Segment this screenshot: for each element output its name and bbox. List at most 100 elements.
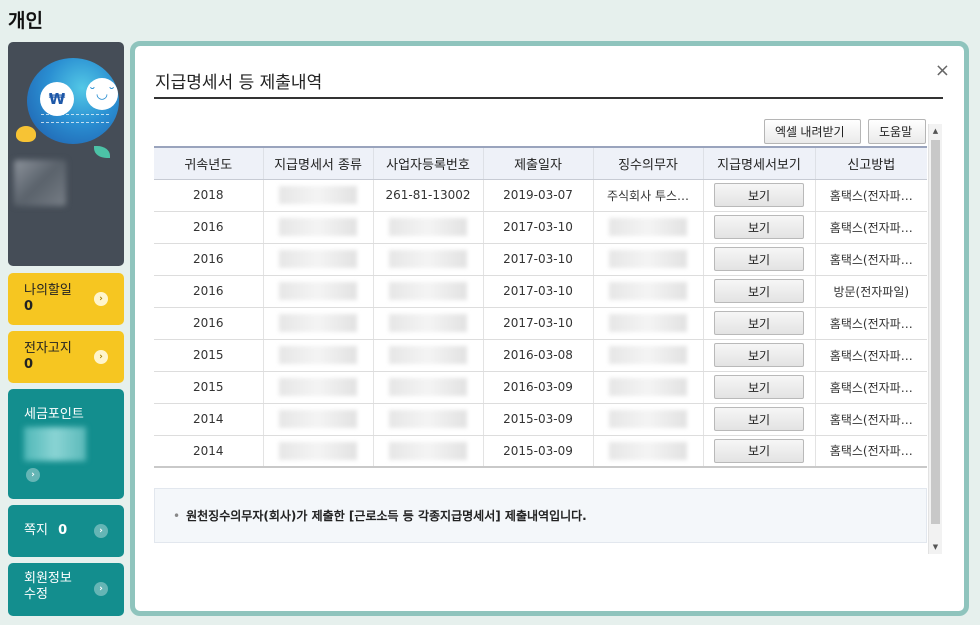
- e-notice-count: 0: [24, 357, 34, 372]
- business-number-cell-redacted: [372, 371, 483, 404]
- filing-method-cell: 방문(전자파일): [814, 275, 927, 308]
- payer-cell-redacted: [592, 243, 703, 276]
- statement-type-cell-redacted: [262, 371, 373, 404]
- view-statement-button[interactable]: 보기: [714, 279, 804, 303]
- messages-count: 0: [58, 523, 68, 538]
- statement-type-cell-redacted: [262, 403, 373, 436]
- vertical-scrollbar[interactable]: ▲ ▼: [928, 124, 942, 554]
- submit-date-cell: 2015-03-09: [482, 435, 593, 468]
- view-cell: 보기: [702, 179, 815, 212]
- payer-cell-redacted: [592, 275, 703, 308]
- title-divider: [154, 97, 943, 99]
- statement-type-cell-redacted: [262, 275, 373, 308]
- view-cell: 보기: [702, 403, 815, 436]
- view-statement-button[interactable]: 보기: [714, 343, 804, 367]
- filing-method-cell: 홈택스(전자파…: [814, 339, 927, 372]
- scroll-down-icon[interactable]: ▼: [929, 540, 942, 554]
- table-row: 2014 2015-03-09 보기 홈택스(전자파…: [154, 435, 927, 468]
- filing-method-cell: 홈택스(전자파…: [814, 435, 927, 468]
- chevron-right-icon[interactable]: ›: [26, 468, 40, 482]
- scrollbar-thumb[interactable]: [931, 140, 940, 524]
- submit-date-cell: 2017-03-10: [482, 307, 593, 340]
- year-cell: 2015: [154, 371, 263, 404]
- column-header: 징수의무자: [592, 146, 703, 180]
- sidebar-item-tax-points[interactable]: 세금포인트 ›: [8, 389, 124, 499]
- sidebar-item-edit-member-info[interactable]: 회원정보 수정 ›: [8, 563, 124, 616]
- leaf-icon: [94, 146, 110, 158]
- page-title: 개인: [8, 10, 43, 32]
- tax-points-redacted: [24, 427, 86, 461]
- statement-type-cell-redacted: [262, 435, 373, 468]
- statement-type-cell-redacted: [262, 339, 373, 372]
- chevron-right-icon[interactable]: ›: [94, 524, 108, 538]
- view-cell: 보기: [702, 211, 815, 244]
- messages-label: 쪽지: [24, 523, 48, 538]
- view-cell: 보기: [702, 371, 815, 404]
- year-cell: 2018: [154, 179, 263, 212]
- submit-date-cell: 2016-03-08: [482, 339, 593, 372]
- view-statement-button[interactable]: 보기: [714, 375, 804, 399]
- chevron-right-icon[interactable]: ›: [94, 582, 108, 596]
- business-number-cell-redacted: [372, 339, 483, 372]
- notice-box: • 원천징수의무자(회사)가 제출한 [근로소득 등 각종지급명세서] 제출내역…: [154, 488, 927, 543]
- sidebar-item-label: 회원정보 수정: [24, 571, 72, 602]
- chevron-right-icon[interactable]: ›: [94, 292, 108, 306]
- excel-download-button[interactable]: 엑셀 내려받기: [764, 119, 861, 144]
- sidebar-item-label: 전자고지: [24, 341, 72, 356]
- column-header: 귀속년도: [154, 146, 263, 180]
- view-statement-button[interactable]: 보기: [714, 438, 804, 463]
- view-cell: 보기: [702, 275, 815, 308]
- submit-date-cell: 2017-03-10: [482, 243, 593, 276]
- payer-cell-redacted: [592, 403, 703, 436]
- view-statement-button[interactable]: 보기: [714, 311, 804, 335]
- table-row: 2016 2017-03-10 보기 홈택스(전자파…: [154, 211, 927, 244]
- year-cell: 2016: [154, 211, 263, 244]
- sidebar-item-e-notice[interactable]: 전자고지 0 ›: [8, 331, 124, 383]
- table-row: 2016 2017-03-10 보기 홈택스(전자파…: [154, 307, 927, 340]
- filing-method-cell: 홈택스(전자파…: [814, 403, 927, 436]
- submit-date-cell: 2015-03-09: [482, 403, 593, 436]
- view-statement-button[interactable]: 보기: [714, 407, 804, 431]
- column-header: 지급명세서 종류: [262, 146, 373, 180]
- chevron-right-icon[interactable]: ›: [94, 350, 108, 364]
- year-cell: 2014: [154, 435, 263, 468]
- business-number-cell-redacted: [372, 243, 483, 276]
- view-statement-button[interactable]: 보기: [714, 215, 804, 239]
- column-header: 신고방법: [814, 146, 927, 180]
- business-number-cell: 261-81-13002: [372, 179, 483, 212]
- heart-icon: [16, 126, 36, 142]
- scroll-up-icon[interactable]: ▲: [929, 124, 942, 138]
- payer-cell-redacted: [592, 211, 703, 244]
- sidebar-item-label: 나의할일: [24, 283, 72, 298]
- filing-method-cell: 홈택스(전자파…: [814, 371, 927, 404]
- panel-title: 지급명세서 등 제출내역: [155, 73, 323, 93]
- todo-count: 0: [24, 299, 34, 314]
- view-statement-button[interactable]: 보기: [714, 183, 804, 207]
- profile-name-redacted: [14, 160, 66, 206]
- submit-date-cell: 2016-03-09: [482, 371, 593, 404]
- submission-history-panel: 지급명세서 등 제출내역 × 엑셀 내려받기 도움말 귀속년도 지급명세서 종류…: [130, 41, 969, 616]
- year-cell: 2016: [154, 275, 263, 308]
- sidebar-item-todo[interactable]: 나의할일 0 ›: [8, 273, 124, 325]
- statement-type-cell-redacted: [262, 243, 373, 276]
- view-cell: 보기: [702, 339, 815, 372]
- smile-icon: ˘◡˘: [86, 78, 118, 110]
- payer-cell-redacted: [592, 339, 703, 372]
- column-header: 지급명세서보기: [702, 146, 815, 180]
- sidebar-item-messages[interactable]: 쪽지 0 ›: [8, 505, 124, 557]
- submission-table: 귀속년도 지급명세서 종류 사업자등록번호 제출일자 징수의무자 지급명세서보기…: [154, 146, 927, 468]
- filing-method-cell: 홈택스(전자파…: [814, 211, 927, 244]
- notice-text: 원천징수의무자(회사)가 제출한 [근로소득 등 각종지급명세서] 제출내역입니…: [186, 509, 587, 523]
- table-row: 2018 261-81-13002 2019-03-07 주식회사 투스… 보기 홈택스(…: [154, 179, 927, 212]
- table-row: 2016 2017-03-10 보기 방문(전자파일): [154, 275, 927, 308]
- help-button[interactable]: 도움말: [868, 119, 926, 144]
- table-row: 2014 2015-03-09 보기 홈택스(전자파…: [154, 403, 927, 436]
- close-icon[interactable]: ×: [935, 62, 950, 80]
- filing-method-cell: 홈택스(전자파…: [814, 179, 927, 212]
- year-cell: 2016: [154, 307, 263, 340]
- business-number-cell-redacted: [372, 275, 483, 308]
- view-statement-button[interactable]: 보기: [714, 247, 804, 271]
- statement-type-cell-redacted: [262, 211, 373, 244]
- column-header: 제출일자: [482, 146, 593, 180]
- payer-cell: 주식회사 투스…: [592, 179, 703, 212]
